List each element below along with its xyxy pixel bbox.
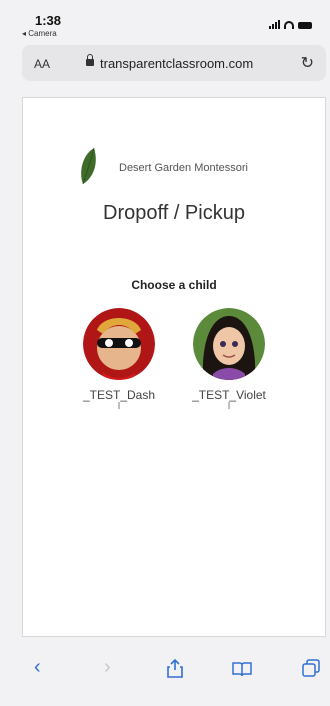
child-photo-violet bbox=[193, 308, 265, 380]
back-button[interactable]: ‹ bbox=[34, 656, 41, 679]
child-subtext: I bbox=[227, 401, 231, 412]
status-bar: 1:38 ◂ Camera bbox=[0, 0, 330, 42]
signal-icon bbox=[269, 20, 280, 29]
child-name[interactable]: _TEST_Dash bbox=[69, 388, 169, 402]
back-to-app-link[interactable]: ◂ Camera bbox=[22, 29, 57, 38]
tabs-icon[interactable] bbox=[302, 659, 320, 683]
child-card-dash[interactable]: _TEST_Dash I bbox=[69, 308, 169, 412]
lock-icon bbox=[86, 54, 94, 66]
status-time: 1:38 bbox=[35, 13, 62, 28]
avatar[interactable] bbox=[193, 308, 265, 380]
child-card-violet[interactable]: _TEST_Violet I bbox=[179, 308, 279, 412]
share-icon[interactable] bbox=[166, 658, 184, 684]
browser-toolbar: ‹ › bbox=[0, 642, 330, 706]
avatar[interactable] bbox=[83, 308, 155, 380]
page-title: Dropoff / Pickup bbox=[103, 202, 245, 224]
choose-child-heading: Choose a child bbox=[131, 278, 217, 292]
child-name[interactable]: _TEST_Violet bbox=[179, 388, 279, 402]
leaf-logo-icon bbox=[81, 147, 96, 185]
child-photo-dash bbox=[83, 308, 155, 380]
reader-options-button[interactable]: AA bbox=[34, 57, 50, 71]
reload-icon[interactable]: ↻ bbox=[301, 53, 314, 73]
forward-button[interactable]: › bbox=[104, 656, 111, 679]
school-name: Desert Garden Montessori bbox=[119, 162, 248, 174]
url-text[interactable]: transparentclassroom.com bbox=[100, 56, 253, 71]
web-page: Desert Garden Montessori Dropoff / Picku… bbox=[22, 97, 326, 637]
book-icon[interactable] bbox=[232, 660, 252, 683]
wifi-icon bbox=[284, 21, 294, 29]
status-indicators bbox=[269, 20, 312, 29]
battery-icon bbox=[298, 22, 312, 29]
address-bar[interactable]: AA transparentclassroom.com ↻ bbox=[22, 45, 326, 81]
child-subtext: I bbox=[117, 401, 121, 412]
